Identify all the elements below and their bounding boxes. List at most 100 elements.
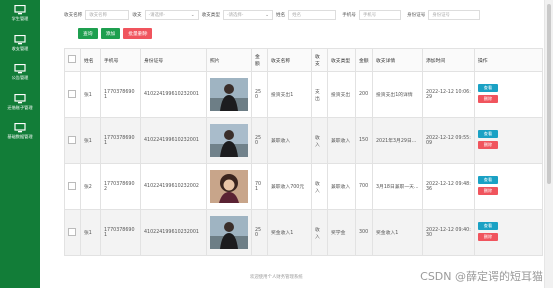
time-cell: 2022-12-12 09:48:36 (422, 163, 475, 210)
header-select-all[interactable] (64, 48, 81, 72)
delete-button[interactable]: 删除 (478, 233, 498, 241)
watermark: CSDN @薛定谔的短耳猫 (420, 270, 543, 283)
checkbox[interactable] (68, 135, 76, 144)
record-name-input[interactable]: 收支名称 (85, 10, 130, 20)
monitor-icon (14, 94, 26, 104)
id-placeholder: 身份证号 (432, 13, 450, 18)
phone-cell: 17703786901 (100, 209, 141, 256)
add-button[interactable]: 添加 (100, 28, 121, 39)
row-checkbox-cell[interactable] (64, 163, 81, 210)
chevron-down-icon: ⌄ (265, 12, 269, 18)
name-input[interactable]: 姓名 (288, 10, 337, 20)
time-cell: 2022-12-12 09:40:30 (422, 209, 475, 256)
sidebar-item-label: 还借账子管理 (7, 105, 33, 110)
detail-cell: 奖金收入1 (372, 209, 423, 256)
id-label: 身份证号 (406, 13, 426, 18)
filter-bar: 收支名称 收支名称 收支 -请选择- ⌄ 收支类型 -请选择- ⌄ 姓名 姓名 手机… (64, 9, 481, 21)
amount2-cell: 700 (355, 163, 373, 210)
header-cell: 操作 (474, 48, 543, 72)
row-checkbox-cell[interactable] (64, 71, 81, 118)
view-button[interactable]: 查看 (478, 130, 498, 138)
amount2-cell: 200 (355, 71, 373, 118)
sidebar-item-loans[interactable]: 还借账子管理 (0, 94, 40, 111)
header-cell: 收支类型 (327, 48, 356, 72)
sidebar-item-label: 公告管理 (11, 75, 29, 80)
footer-text: 欢迎使用个人财务管理系统 (250, 275, 303, 280)
category-select[interactable]: -请选择- ⌄ (222, 10, 273, 20)
phone-cell: 17703786901 (100, 117, 141, 164)
io-cell: 收入 (311, 163, 328, 210)
type-select[interactable]: -请选择- ⌄ (144, 10, 199, 20)
name-placeholder: 姓名 (292, 13, 301, 18)
record-name-label: 收支名称 (64, 13, 83, 18)
phone-label: 手机号 (342, 13, 356, 18)
row-checkbox-cell[interactable] (64, 117, 81, 164)
name-cell: 张1 (80, 71, 101, 118)
sidebar-item-students[interactable]: 学生管理 (0, 5, 40, 22)
type-cell: 兼职收入 (327, 163, 356, 210)
header-cell: 添加时间 (422, 48, 475, 72)
scrollbar-thumb[interactable] (547, 4, 551, 184)
sidebar-item-label: 学生管理 (11, 16, 29, 21)
table-row: 张2 17703786902 410224199610232002 701 兼职… (64, 163, 543, 210)
table-row: 张1 17703786901 410224199610232001 250 兼职… (64, 117, 543, 164)
actions-cell: 查看 删除 (474, 163, 543, 210)
records-table: 姓名 手机号 身份证号 照片 金额 收支名称 收支 收支类型 金额 收支详情 添… (64, 48, 543, 256)
person-photo (210, 216, 248, 249)
record-name-cell: 奖金收入1 (267, 209, 312, 256)
vertical-scrollbar[interactable] (544, 0, 553, 288)
header-cell: 金额 (355, 48, 373, 72)
batch-delete-button[interactable]: 批量删除 (123, 28, 153, 39)
checkbox[interactable] (68, 181, 76, 190)
person-photo (210, 78, 248, 111)
sidebar-item-notices[interactable]: 公告管理 (0, 64, 40, 81)
sidebar-item-finance[interactable]: 收支管理 (0, 35, 40, 52)
delete-button[interactable]: 删除 (478, 187, 498, 195)
row-checkbox-cell[interactable] (64, 209, 81, 256)
type-select-value: -请选择- (148, 13, 165, 18)
monitor-icon (14, 64, 26, 74)
amount-cell: 701 (251, 163, 268, 210)
amount2-cell: 300 (355, 209, 373, 256)
monitor-icon (14, 123, 26, 133)
chevron-down-icon: ⌄ (190, 12, 195, 18)
main-content: 收支名称 收支名称 收支 -请选择- ⌄ 收支类型 -请选择- ⌄ 姓名 姓名 手机… (40, 0, 545, 288)
checkbox[interactable] (68, 55, 76, 63)
phone-input[interactable]: 手机号 (358, 10, 401, 20)
time-cell: 2022-12-12 10:06:29 (422, 71, 475, 118)
actions-cell: 查看 删除 (474, 209, 543, 256)
type-cell: 兼职收入 (327, 117, 356, 164)
view-button[interactable]: 查看 (478, 222, 498, 230)
table-row: 张1 17703786901 410224199610232001 250 奖金… (64, 209, 543, 256)
io-cell: 支出 (311, 71, 328, 118)
sidebar: 学生管理 收支管理 公告管理 还借账子管理 基础数据管理 (0, 0, 40, 288)
sidebar-item-label: 收支管理 (11, 46, 29, 51)
record-name-placeholder: 收支名称 (89, 13, 107, 18)
header-cell: 收支详情 (372, 48, 423, 72)
monitor-icon (14, 35, 26, 45)
checkbox[interactable] (68, 227, 76, 236)
checkbox[interactable] (68, 89, 76, 98)
header-cell: 收支名称 (267, 48, 312, 72)
header-cell: 金额 (251, 48, 268, 72)
header-cell: 照片 (206, 48, 252, 72)
phone-cell: 17703786902 (100, 163, 141, 210)
name-cell: 张2 (80, 163, 101, 210)
id-input[interactable]: 身份证号 (428, 10, 481, 20)
phone-cell: 17703786901 (100, 71, 141, 118)
person-photo (210, 170, 248, 203)
delete-button[interactable]: 删除 (478, 95, 498, 103)
header-cell: 身份证号 (140, 48, 207, 72)
sidebar-item-basic-data[interactable]: 基础数据管理 (0, 123, 40, 140)
action-bar: 查询 添加 批量删除 (78, 28, 153, 39)
photo-cell (206, 209, 252, 256)
view-button[interactable]: 查看 (478, 176, 498, 184)
view-button[interactable]: 查看 (478, 84, 498, 92)
table-header-row: 姓名 手机号 身份证号 照片 金额 收支名称 收支 收支类型 金额 收支详情 添… (64, 48, 543, 72)
amount2-cell: 150 (355, 117, 373, 164)
id-cell: 410224199610232001 (140, 71, 207, 118)
detail-cell: 3月18日兼职一天... (372, 163, 423, 210)
record-name-cell: 兼职收入 (267, 117, 312, 164)
search-button[interactable]: 查询 (78, 28, 98, 39)
delete-button[interactable]: 删除 (478, 141, 498, 149)
